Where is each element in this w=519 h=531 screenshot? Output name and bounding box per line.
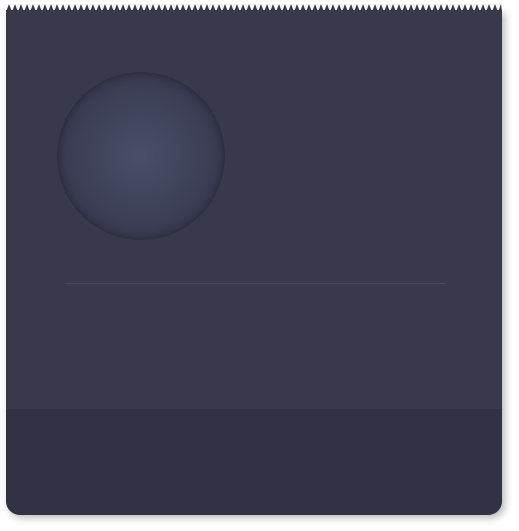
content-divider <box>65 283 446 284</box>
receipt-card <box>6 10 502 515</box>
avatar-placeholder-icon <box>57 72 225 240</box>
receipt-card-stage <box>0 0 519 531</box>
card-footer <box>6 409 502 515</box>
